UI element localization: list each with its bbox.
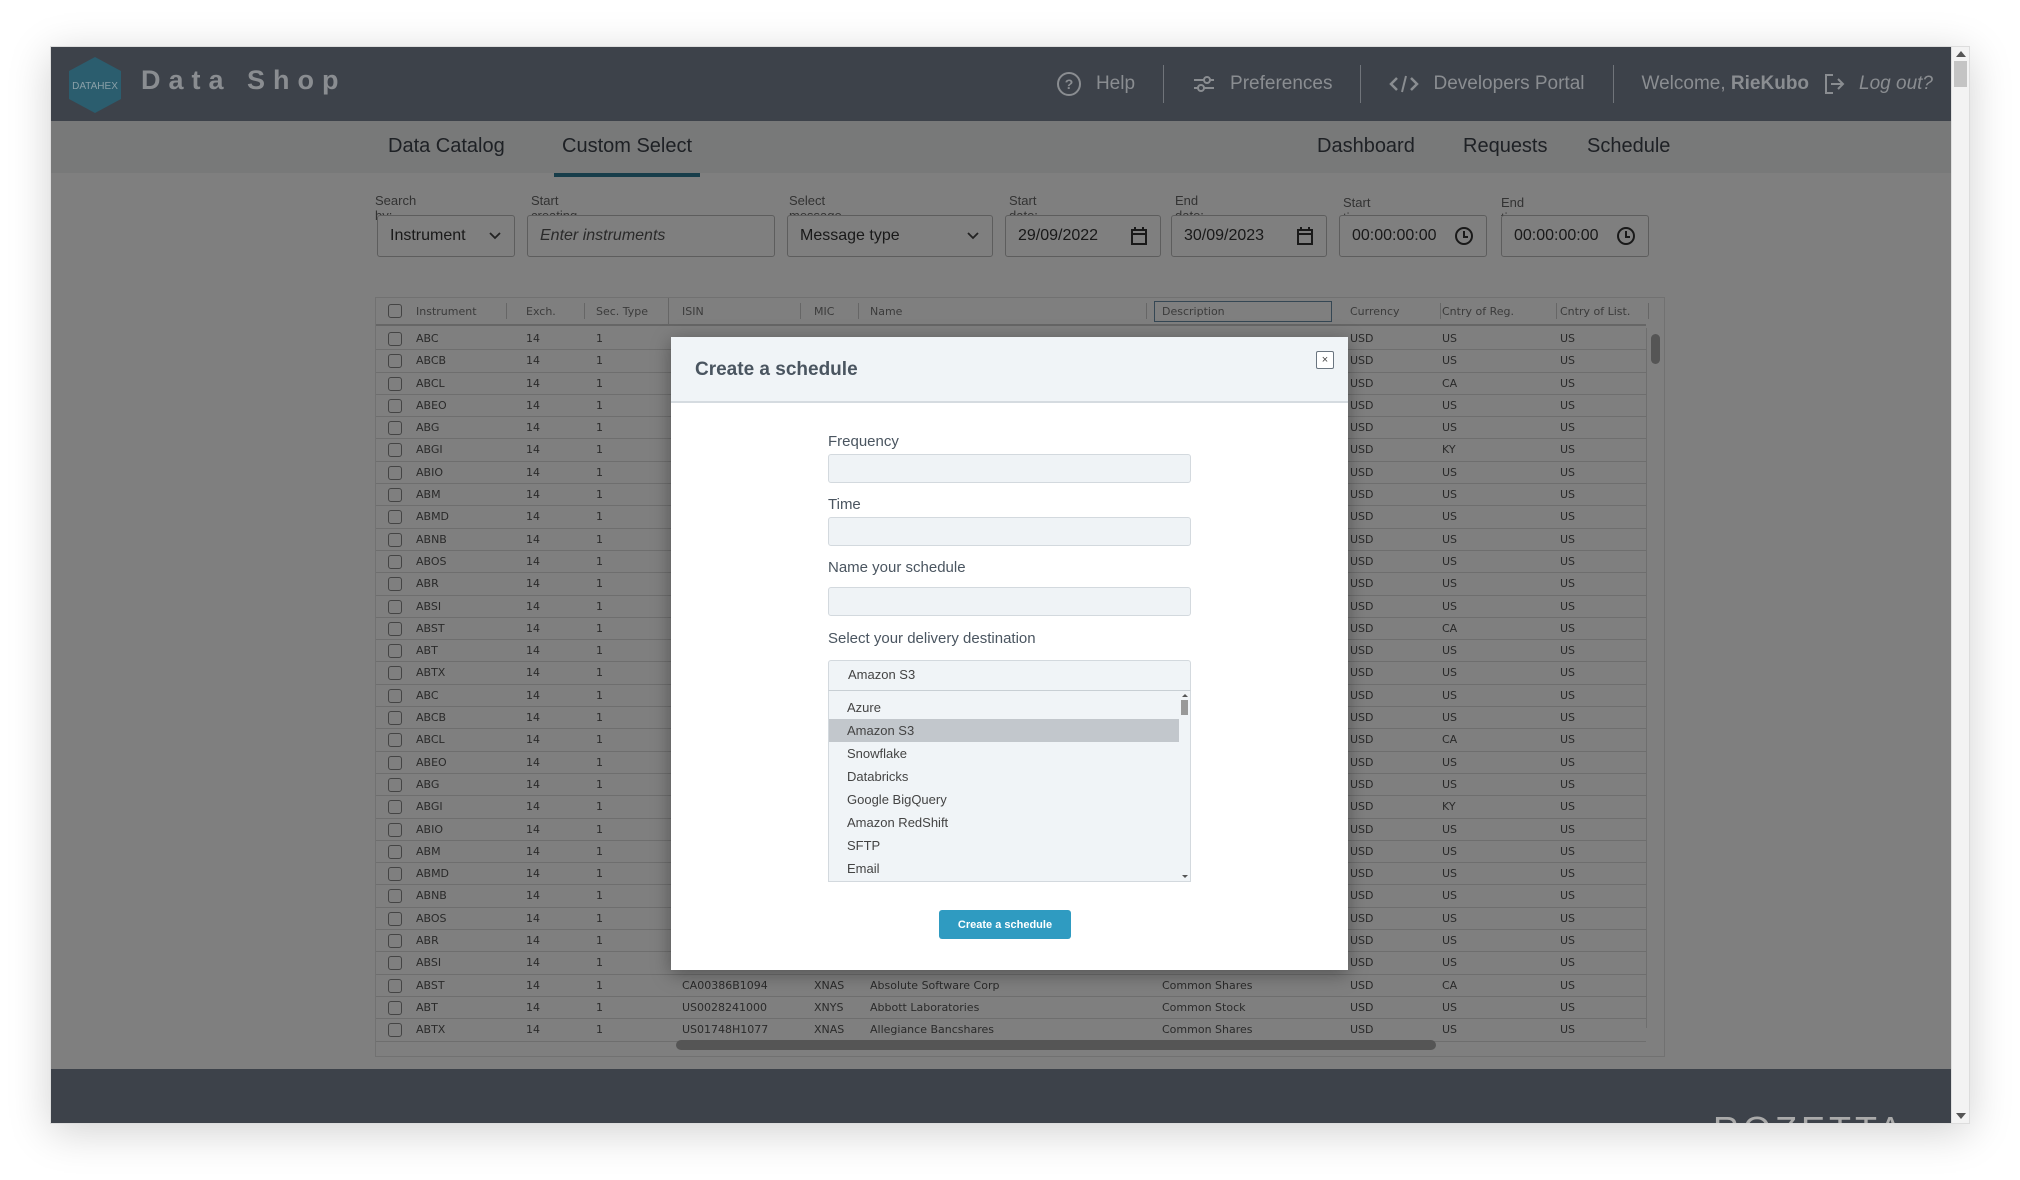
- help-link[interactable]: ? Help: [1028, 47, 1163, 121]
- close-button[interactable]: ×: [1316, 351, 1334, 369]
- page-footer: ROZETTA: [51, 1069, 1953, 1123]
- scroll-thumb[interactable]: [1954, 61, 1967, 87]
- scroll-down-icon[interactable]: [1956, 1113, 1966, 1119]
- brand-title: Data Shop: [141, 65, 347, 95]
- destination-select[interactable]: Amazon S3: [828, 660, 1191, 690]
- listbox-scrollbar[interactable]: [1179, 691, 1190, 881]
- logo-text: DATAHEX: [72, 81, 118, 92]
- footer-brand: ROZETTA: [1713, 1109, 1906, 1123]
- scroll-down-icon[interactable]: [1182, 875, 1188, 878]
- schedule-name-label: Name your schedule: [828, 559, 966, 576]
- destination-option[interactable]: Databricks: [829, 765, 1179, 788]
- destination-option[interactable]: Google BigQuery: [829, 788, 1179, 811]
- modal-title: Create a schedule: [695, 359, 858, 380]
- welcome-prefix: Welcome,: [1641, 73, 1731, 94]
- destination-option[interactable]: Amazon RedShift: [829, 811, 1179, 834]
- modal-header: Create a schedule ×: [671, 337, 1348, 403]
- logout-icon[interactable]: [1823, 72, 1845, 96]
- destination-option[interactable]: Email: [829, 857, 1179, 880]
- create-schedule-button[interactable]: Create a schedule: [939, 910, 1071, 939]
- welcome-area: Welcome, RieKubo Log out?: [1614, 47, 1933, 121]
- sliders-icon: [1192, 73, 1216, 95]
- schedule-name-input[interactable]: [828, 587, 1191, 616]
- developers-portal-label: Developers Portal: [1433, 73, 1585, 94]
- svg-text:?: ?: [1065, 76, 1074, 92]
- destination-option[interactable]: SFTP: [829, 834, 1179, 857]
- frequency-label: Frequency: [828, 433, 899, 450]
- browser-window: DATAHEX Data Shop ? Help Preferences Dev…: [50, 46, 1970, 1124]
- top-nav: ? Help Preferences Developers Portal Wel…: [1028, 47, 1933, 121]
- page-vertical-scrollbar[interactable]: [1951, 47, 1969, 1123]
- destination-option[interactable]: Snowflake: [829, 742, 1179, 765]
- destination-option[interactable]: Amazon S3: [829, 719, 1179, 742]
- page: DATAHEX Data Shop ? Help Preferences Dev…: [51, 47, 1953, 1123]
- frequency-input[interactable]: [828, 454, 1191, 483]
- time-input[interactable]: [828, 517, 1191, 546]
- welcome-text: Welcome, RieKubo: [1642, 73, 1810, 95]
- scroll-thumb[interactable]: [1181, 700, 1188, 715]
- scroll-up-icon[interactable]: [1182, 694, 1188, 697]
- datahex-logo[interactable]: DATAHEX: [67, 55, 123, 115]
- logout-link[interactable]: Log out?: [1859, 73, 1933, 95]
- destination-option[interactable]: Azure: [829, 696, 1179, 719]
- scroll-up-icon[interactable]: [1956, 51, 1966, 57]
- help-label: Help: [1095, 73, 1136, 94]
- help-circle-icon: ?: [1056, 71, 1082, 97]
- code-icon: [1389, 74, 1420, 94]
- preferences-label: Preferences: [1230, 73, 1333, 94]
- close-icon: ×: [1321, 354, 1329, 366]
- destination-options: Azure Amazon S3 Snowflake Databricks Google …: [829, 696, 1179, 880]
- create-schedule-modal: Create a schedule × Frequency Time Name …: [671, 337, 1348, 970]
- destination-label: Select your delivery destination: [828, 630, 1036, 647]
- time-label: Time: [828, 496, 861, 513]
- top-header: DATAHEX Data Shop ? Help Preferences Dev…: [51, 47, 1953, 121]
- destination-listbox[interactable]: Azure Amazon S3 Snowflake Databricks Google …: [828, 690, 1191, 882]
- username: RieKubo: [1730, 73, 1810, 94]
- developers-portal-link[interactable]: Developers Portal: [1361, 47, 1612, 121]
- preferences-link[interactable]: Preferences: [1164, 47, 1360, 121]
